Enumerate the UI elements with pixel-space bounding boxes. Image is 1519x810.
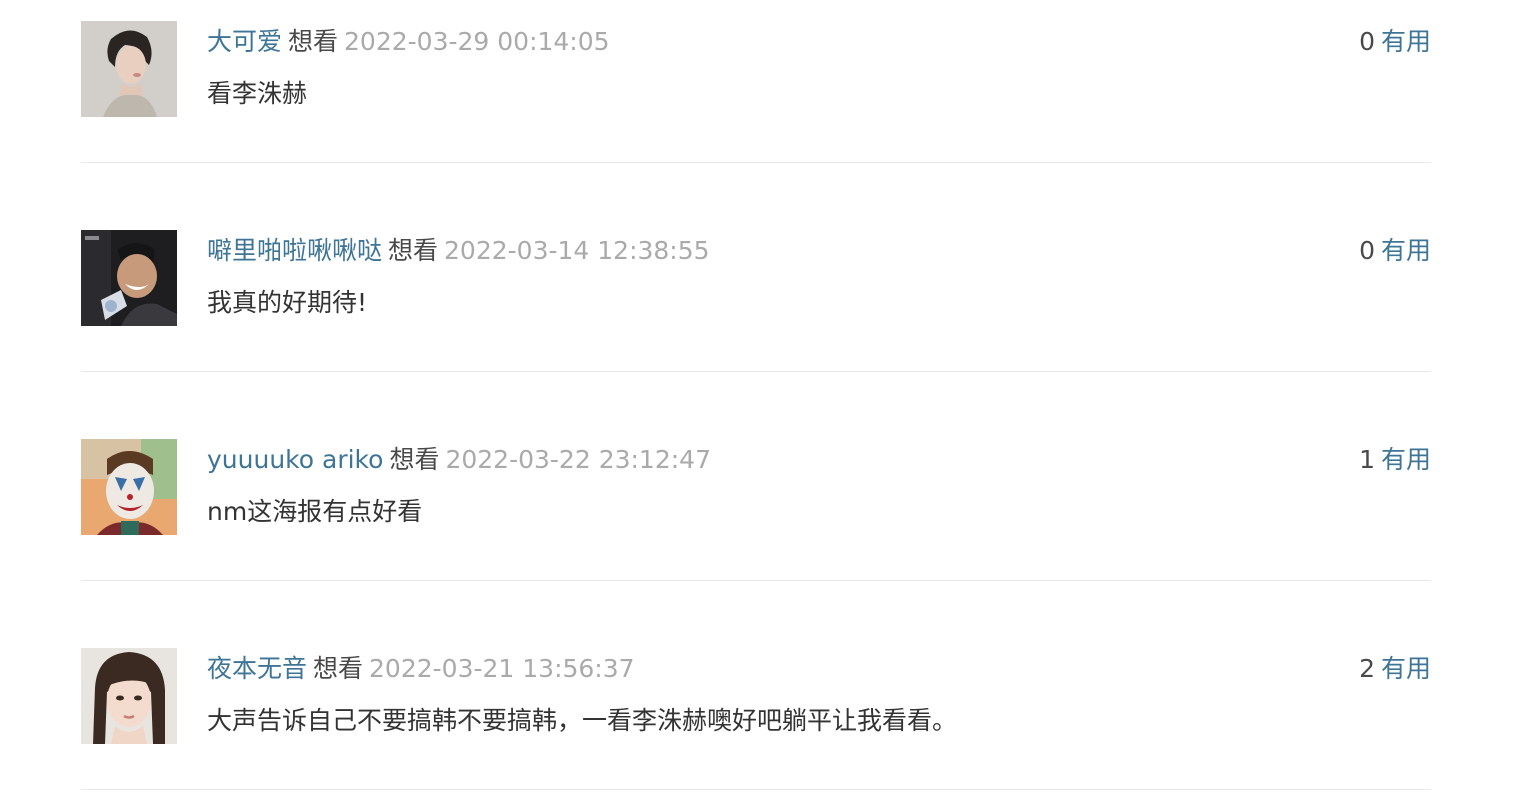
- user-name-link[interactable]: 大可爱: [207, 27, 282, 56]
- avatar-photo-woman-face-icon: [81, 648, 177, 744]
- avatar[interactable]: [81, 439, 177, 535]
- useful-vote-button[interactable]: 有用: [1381, 27, 1431, 56]
- comment-text: 大声告诉自己不要搞韩不要搞韩，一看李洙赫噢好吧躺平让我看看。: [207, 706, 958, 735]
- status-label: 想看: [388, 236, 439, 265]
- vote-count: 1: [1359, 445, 1375, 474]
- vote-area: 0 有用: [1359, 25, 1431, 59]
- comment-item: 大可爱 想看 2022-03-29 00:14:05 0 有用 看李洙赫: [81, 21, 1431, 163]
- vote-area: 0 有用: [1359, 234, 1431, 268]
- avatar[interactable]: [81, 21, 177, 117]
- comment-text: 我真的好期待!: [207, 288, 368, 317]
- vote-area: 2 有用: [1359, 652, 1431, 686]
- status-label: 想看: [313, 654, 364, 683]
- comment-meta: 夜本无音 想看 2022-03-21 13:56:37: [207, 652, 635, 686]
- comment-time: 2022-03-29 00:14:05: [344, 27, 610, 56]
- avatar-photo-laughing-man-icon: [81, 230, 177, 326]
- avatar-photo-woman-profile-icon: [81, 21, 177, 117]
- user-name-link[interactable]: yuuuuko ariko: [207, 445, 383, 474]
- comment-meta: 大可爱 想看 2022-03-29 00:14:05: [207, 25, 610, 59]
- avatar[interactable]: [81, 230, 177, 326]
- useful-vote-button[interactable]: 有用: [1381, 445, 1431, 474]
- comment-item: 噼里啪啦啾啾哒 想看 2022-03-14 12:38:55 0 有用 我真的好期待!: [81, 230, 1431, 372]
- vote-count: 0: [1359, 236, 1375, 265]
- comment-meta: 噼里啪啦啾啾哒 想看 2022-03-14 12:38:55: [207, 234, 710, 268]
- comment-meta: yuuuuko ariko 想看 2022-03-22 23:12:47: [207, 443, 711, 477]
- comment-time: 2022-03-14 12:38:55: [444, 236, 710, 265]
- status-label: 想看: [389, 445, 440, 474]
- comment-text: nm这海报有点好看: [207, 497, 423, 526]
- comment-text: 看李洙赫: [207, 79, 308, 108]
- useful-vote-button[interactable]: 有用: [1381, 654, 1431, 683]
- user-name-link[interactable]: 夜本无音: [207, 654, 307, 683]
- avatar-photo-clown-face-icon: [81, 439, 177, 535]
- comment-list: 大可爱 想看 2022-03-29 00:14:05 0 有用 看李洙赫 噼里啪啦啾啾…: [81, 21, 1431, 790]
- vote-area: 1 有用: [1359, 443, 1431, 477]
- avatar[interactable]: [81, 648, 177, 744]
- vote-count: 0: [1359, 27, 1375, 56]
- comment-item: yuuuuko ariko 想看 2022-03-22 23:12:47 1 有用 n…: [81, 439, 1431, 581]
- useful-vote-button[interactable]: 有用: [1381, 236, 1431, 265]
- status-label: 想看: [288, 27, 339, 56]
- comment-item: 夜本无音 想看 2022-03-21 13:56:37 2 有用 大声告诉自己不要搞韩…: [81, 648, 1431, 790]
- user-name-link[interactable]: 噼里啪啦啾啾哒: [207, 236, 382, 265]
- vote-count: 2: [1359, 654, 1375, 683]
- comment-time: 2022-03-21 13:56:37: [369, 654, 635, 683]
- comment-time: 2022-03-22 23:12:47: [445, 445, 711, 474]
